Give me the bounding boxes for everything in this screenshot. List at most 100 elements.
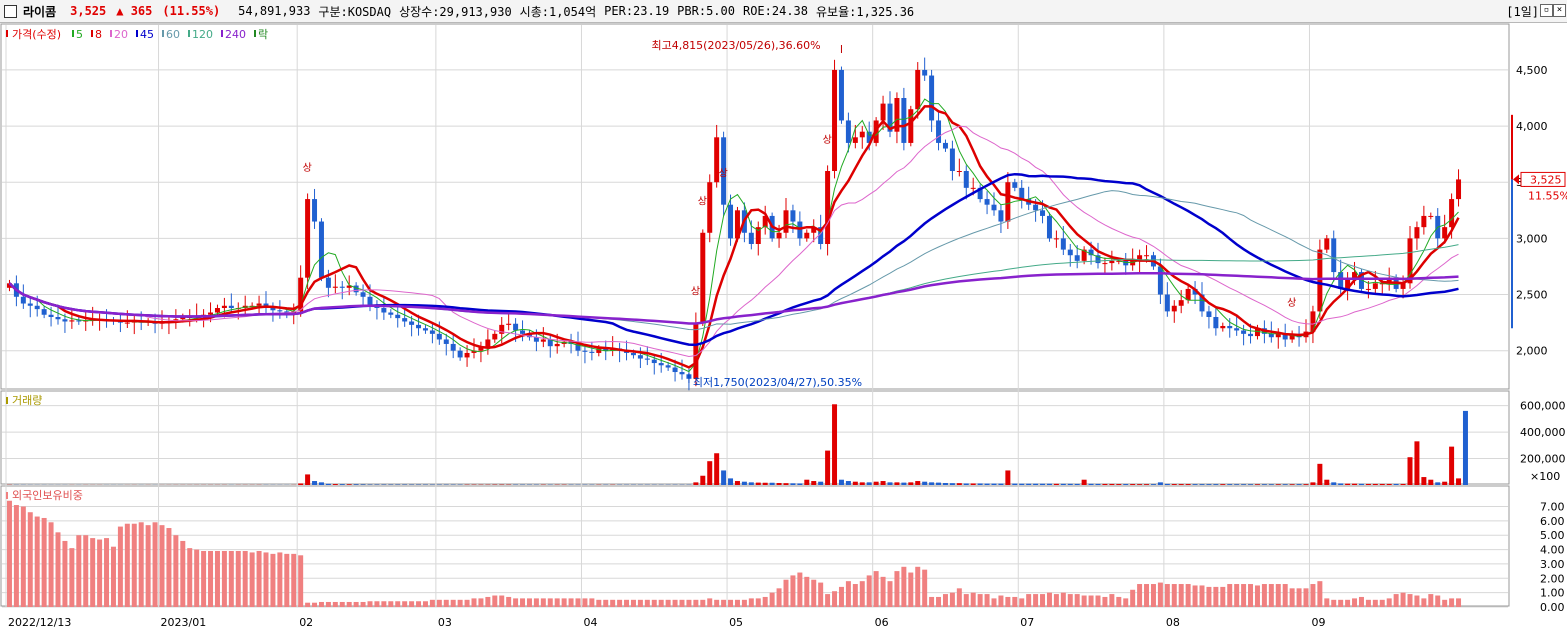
foreign-ratio-bar <box>242 551 248 607</box>
candle-body <box>929 75 935 121</box>
y-tick-label: 3,000 <box>1516 232 1548 245</box>
foreign-ratio-bar <box>1227 584 1233 607</box>
volume-bar <box>922 481 928 485</box>
candle-body <box>970 187 976 189</box>
close-icon[interactable]: × <box>1553 4 1566 17</box>
volume-bar <box>1462 410 1468 485</box>
foreign-ratio-bar <box>214 551 220 607</box>
foreign-ratio-bar <box>1372 599 1378 607</box>
foreign-ratio-bar <box>1081 595 1087 607</box>
foreign-ratio-bar <box>887 581 893 607</box>
foreign-ratio-bar <box>41 517 47 607</box>
foreign-ratio-bar <box>1033 594 1039 607</box>
foreign-ratio-bar <box>547 598 553 607</box>
legend-volume-label: 거래량 <box>12 394 42 407</box>
x-tick-label: 2022/12/13 <box>8 616 71 629</box>
select-checkbox[interactable] <box>4 4 17 18</box>
foreign-ratio-bar <box>575 598 581 607</box>
volume-bar <box>1254 484 1260 485</box>
volume-bar <box>1421 477 1427 485</box>
candle-body <box>409 321 415 325</box>
foreign-ratio-bar <box>1303 588 1309 607</box>
foreign-ratio-bar <box>582 598 588 607</box>
volume-bar <box>942 483 948 485</box>
foreign-ratio-bar <box>686 599 692 607</box>
foreign-ratio-bar <box>152 522 158 607</box>
candle-body <box>443 339 449 344</box>
market-cap: 시총:1,054억 <box>519 4 597 19</box>
limit-up-marker: 상 <box>719 168 728 180</box>
foreign-ratio-bar <box>644 599 650 607</box>
pbr-value: PBR:5.00 <box>677 4 735 18</box>
roe-value: ROE:24.38 <box>742 4 808 18</box>
foreign-ratio-bar <box>533 598 539 607</box>
volume-bar <box>1005 470 1011 485</box>
stock-name[interactable]: 라이콤 <box>23 3 56 20</box>
candle-body <box>422 328 428 331</box>
foreign-ratio-bar <box>1386 598 1392 607</box>
foreign-ratio-bar <box>62 540 68 607</box>
y-tick-label: 4,500 <box>1516 64 1548 77</box>
foreign-ratio-bar <box>1067 594 1073 607</box>
foreign-ratio-bar <box>1296 588 1302 607</box>
foreign-ratio-bar <box>298 555 304 607</box>
candle-body <box>339 286 345 288</box>
candle-body <box>429 330 435 334</box>
restore-icon[interactable]: ▫ <box>1540 4 1553 17</box>
foreign-ratio-bar <box>27 512 33 607</box>
volume-bar <box>332 484 338 485</box>
candle-body <box>1206 311 1212 317</box>
candle-body <box>1074 255 1080 261</box>
foreign-ratio-bar <box>1005 596 1011 607</box>
volume-bar <box>1213 484 1219 485</box>
foreign-ratio-bar <box>256 551 262 607</box>
foreign-ratio-bar <box>970 592 976 607</box>
legend-ma-label: 45 <box>140 28 154 41</box>
foreign-ratio-bar <box>755 598 761 607</box>
volume-bar <box>769 482 775 485</box>
volume-bar <box>741 481 747 485</box>
foreign-ratio-bar <box>312 602 318 607</box>
volume-bar <box>838 479 844 485</box>
volume-bar <box>977 483 983 485</box>
foreign-ratio-bar <box>48 522 54 607</box>
foreign-ratio-bar <box>977 594 983 607</box>
volume-bar <box>305 474 311 485</box>
candle-body <box>589 351 595 353</box>
foreign-ratio-bar <box>277 552 283 607</box>
candle-body <box>554 343 560 347</box>
foreign-ratio-bar <box>513 598 519 607</box>
candle-body <box>27 303 33 306</box>
candle-body <box>305 199 311 278</box>
volume-bar <box>1116 484 1122 485</box>
foreign-ratio-bar <box>443 599 449 607</box>
foreign-ratio-bar <box>873 571 879 607</box>
foreign-ratio-bar <box>1442 599 1448 607</box>
limit-up-marker: 상 <box>823 134 832 146</box>
legend-marker <box>110 30 112 37</box>
x-tick-label: 09 <box>1311 616 1325 629</box>
candle-body <box>1213 317 1219 329</box>
foreign-ratio-bar <box>908 572 914 607</box>
foreign-ratio-bar <box>263 552 269 607</box>
volume-bar <box>721 470 727 485</box>
period-selector[interactable]: [1일] <box>1506 3 1539 20</box>
foreign-ratio-bar <box>1040 594 1046 607</box>
low-annotation: 최저1,750(2023/04/27),50.35% <box>693 376 862 389</box>
foreign-ratio-bar <box>464 599 470 607</box>
foreign-ratio-bar <box>457 599 463 607</box>
candle-body <box>41 309 47 315</box>
foreign-ratio-bar <box>1352 598 1358 607</box>
legend-marker <box>162 30 164 37</box>
limit-up-marker: 상 <box>303 162 312 174</box>
foreign-ratio-bar <box>1157 582 1163 607</box>
candle-body <box>270 308 276 311</box>
foreign-ratio-bar <box>138 522 144 607</box>
foreign-ratio-bar <box>568 598 574 607</box>
volume-bar <box>832 404 838 485</box>
last-price-pct: 11.55% <box>1528 189 1567 202</box>
volume-bar <box>1358 483 1364 485</box>
foreign-ratio-bar <box>1088 595 1094 607</box>
legend-marker <box>91 30 93 37</box>
foreign-ratio-bar <box>492 595 498 607</box>
